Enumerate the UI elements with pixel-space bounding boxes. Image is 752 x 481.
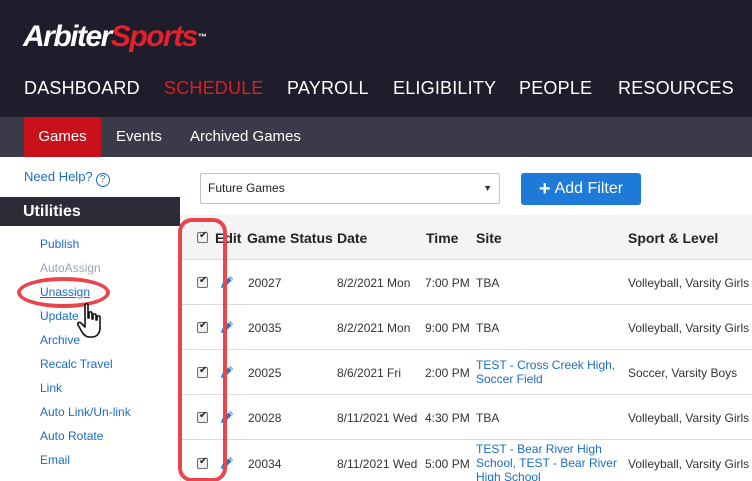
- util-link[interactable]: Link: [40, 381, 62, 395]
- table-row: 20027 8/2/2021 Mon 7:00 PM TBA Volleybal…: [181, 260, 752, 305]
- table-row: 20034 8/11/2021 Wed 5:00 PM TEST - Bear …: [181, 440, 752, 481]
- utilities-heading: Utilities: [0, 197, 180, 226]
- game-date: 8/2/2021 Mon: [337, 276, 411, 290]
- game-sport-level: Volleyball, Varsity Girls: [628, 321, 750, 335]
- nav-schedule[interactable]: SCHEDULE: [164, 74, 264, 102]
- tab-events[interactable]: Events: [116, 117, 162, 157]
- table-row: 20025 8/6/2021 Fri 2:00 PM TEST - Cross …: [181, 350, 752, 395]
- game-date: 8/6/2021 Fri: [337, 366, 402, 380]
- game-sport-level: Volleyball, Varsity Girls: [628, 276, 750, 290]
- util-autoassign: AutoAssign: [40, 261, 101, 275]
- col-game[interactable]: Game: [247, 230, 286, 246]
- game-time: 4:30 PM: [425, 411, 470, 425]
- table-header: Edit Game Status Date Time Site Sport & …: [181, 215, 752, 260]
- game-id: 20035: [248, 321, 282, 335]
- table-row: 20035 8/2/2021 Mon 9:00 PM TBA Volleybal…: [181, 305, 752, 350]
- tab-games[interactable]: Games: [24, 117, 101, 157]
- main-nav: DASHBOARD SCHEDULE PAYROLL ELIGIBILITY P…: [0, 74, 752, 102]
- top-header: ArbiterSports™ DASHBOARD SCHEDULE PAYROL…: [0, 0, 752, 117]
- add-filter-button[interactable]: + Add Filter: [521, 173, 641, 205]
- game-site-link[interactable]: TEST - Bear River High School, TEST - Be…: [476, 442, 626, 481]
- col-sport-level[interactable]: Sport & Level: [628, 230, 718, 246]
- game-id: 20028: [248, 411, 282, 425]
- nav-payroll[interactable]: PAYROLL: [287, 74, 369, 102]
- game-sport-level: Volleyball, Varsity Girls: [628, 457, 750, 471]
- need-help-label: Need Help?: [24, 169, 93, 184]
- game-site: TBA: [476, 411, 500, 425]
- game-time: 7:00 PM: [425, 276, 470, 290]
- game-date: 8/11/2021 Wed: [337, 411, 418, 425]
- game-date: 8/11/2021 Wed: [337, 457, 418, 471]
- game-site: TBA: [476, 276, 500, 290]
- col-date[interactable]: Date: [337, 230, 367, 246]
- plus-icon: +: [538, 178, 551, 200]
- game-time: 5:00 PM: [425, 457, 470, 471]
- app-root: ArbiterSports™ DASHBOARD SCHEDULE PAYROL…: [0, 0, 752, 481]
- games-filter-select[interactable]: Future Games ▼: [200, 173, 500, 204]
- sub-nav: Games Events Archived Games: [0, 117, 752, 157]
- col-site[interactable]: Site: [476, 230, 502, 246]
- brand-logo[interactable]: ArbiterSports™: [23, 17, 207, 57]
- checkbox-column-highlight: [178, 218, 227, 481]
- logo-text-arbiter: Arbiter: [23, 20, 112, 53]
- game-sport-level: Volleyball, Varsity Girls: [628, 411, 750, 425]
- nav-resources[interactable]: RESOURCES: [618, 74, 734, 102]
- table-row: 20028 8/11/2021 Wed 4:30 PM TBA Volleyba…: [181, 395, 752, 440]
- game-sport-level: Soccer, Varsity Boys: [628, 366, 738, 380]
- game-site: TBA: [476, 321, 500, 335]
- game-id: 20027: [248, 276, 282, 290]
- game-time: 2:00 PM: [425, 366, 470, 380]
- games-filter-value: Future Games: [208, 181, 285, 195]
- add-filter-label: Add Filter: [554, 180, 624, 197]
- game-id: 20025: [248, 366, 282, 380]
- util-email[interactable]: Email: [40, 453, 70, 467]
- hand-pointer-icon: [76, 303, 101, 338]
- util-auto-rotate[interactable]: Auto Rotate: [40, 429, 103, 443]
- util-auto-link-unlink[interactable]: Auto Link/Un-link: [40, 405, 131, 419]
- nav-dashboard[interactable]: DASHBOARD: [24, 74, 140, 102]
- util-publish[interactable]: Publish: [40, 237, 79, 251]
- game-site-link[interactable]: TEST - Cross Creek High, Soccer Field: [476, 358, 621, 386]
- question-circle-icon: ?: [95, 173, 110, 187]
- nav-eligibility[interactable]: ELIGIBILITY: [393, 74, 496, 102]
- col-time[interactable]: Time: [426, 230, 458, 246]
- tab-archived-games[interactable]: Archived Games: [190, 117, 301, 157]
- util-update[interactable]: Update: [40, 309, 79, 323]
- col-status[interactable]: Status: [290, 230, 333, 246]
- logo-text-sports: Sports: [110, 20, 199, 53]
- need-help-link[interactable]: Need Help??: [24, 169, 110, 187]
- game-id: 20034: [248, 457, 282, 471]
- caret-down-icon: ▼: [483, 183, 492, 193]
- nav-people[interactable]: PEOPLE: [519, 74, 592, 102]
- util-archive[interactable]: Archive: [40, 333, 80, 347]
- logo-trademark: ™: [197, 32, 207, 42]
- game-time: 9:00 PM: [425, 321, 470, 335]
- game-date: 8/2/2021 Mon: [337, 321, 411, 335]
- util-recalc-travel[interactable]: Recalc Travel: [40, 357, 113, 371]
